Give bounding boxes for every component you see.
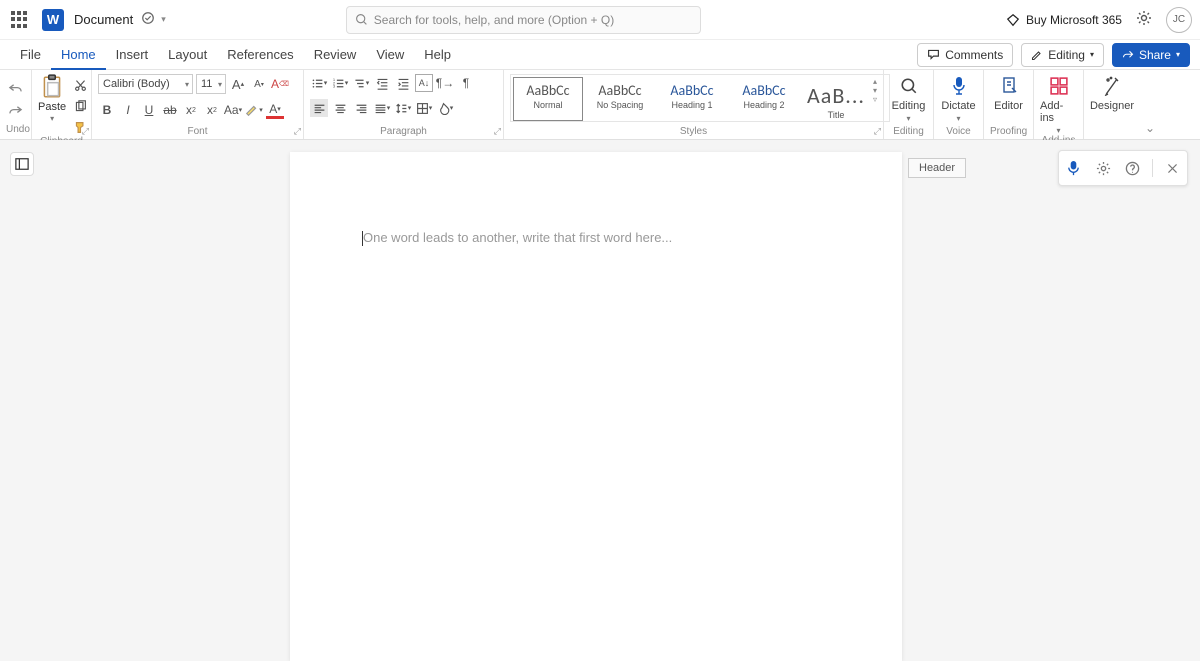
justify-button[interactable]: ▾ <box>373 99 391 117</box>
clear-format-button[interactable]: A⌫ <box>271 75 289 93</box>
bullets-button[interactable]: ▾ <box>310 74 328 92</box>
group-label-undo: Undo <box>6 124 25 137</box>
bold-button[interactable]: B <box>98 101 116 119</box>
font-launcher-icon[interactable]: ⤢ <box>294 126 301 137</box>
buy-microsoft-365-button[interactable]: Buy Microsoft 365 <box>1006 13 1122 27</box>
app-launcher-icon[interactable] <box>8 8 32 32</box>
align-center-button[interactable] <box>331 99 349 117</box>
style-normal[interactable]: AaBbCcNormal <box>513 77 583 121</box>
paste-button[interactable]: Paste ▾ <box>38 74 66 123</box>
paragraph-launcher-icon[interactable]: ⤢ <box>494 126 501 137</box>
settings-icon[interactable] <box>1136 10 1152 29</box>
tab-view[interactable]: View <box>366 40 414 70</box>
strike-button[interactable]: ab <box>161 101 179 119</box>
tab-insert[interactable]: Insert <box>106 40 159 70</box>
ltr-button[interactable]: ¶→ <box>436 74 454 92</box>
comments-button[interactable]: Comments <box>917 43 1013 67</box>
group-label-designer <box>1090 126 1132 139</box>
document-page[interactable]: One word leads to another, write that fi… <box>290 152 902 661</box>
search-icon <box>355 13 368 26</box>
dictate-button[interactable]: Dictate▾ <box>940 74 977 123</box>
pencil-icon <box>1031 49 1043 61</box>
align-right-button[interactable] <box>352 99 370 117</box>
clipboard-icon <box>41 74 63 100</box>
undo-button[interactable] <box>8 82 23 100</box>
designer-button[interactable]: Designer <box>1090 74 1134 112</box>
diamond-icon <box>1006 13 1020 27</box>
redo-button[interactable] <box>8 104 23 122</box>
dictate-side-icon[interactable] <box>1064 158 1084 178</box>
shrink-font-button[interactable]: A▾ <box>250 75 268 93</box>
cut-button[interactable] <box>71 76 89 94</box>
search-input[interactable]: Search for tools, help, and more (Option… <box>346 6 701 34</box>
addins-button[interactable]: Add-ins▾ <box>1040 74 1077 135</box>
editing-find-button[interactable]: Editing▾ <box>890 74 927 123</box>
style-title[interactable]: AaB...Title <box>801 77 871 121</box>
editor-button[interactable]: Editor <box>990 74 1027 112</box>
styles-gallery[interactable]: AaBbCcNormal AaBbCcNo Spacing AaBbCcHead… <box>510 74 890 122</box>
group-label-voice: Voice <box>940 126 977 139</box>
numbering-button[interactable]: 123▾ <box>331 74 349 92</box>
share-icon <box>1122 49 1134 61</box>
highlight-button[interactable]: ▾ <box>245 101 263 119</box>
tab-references[interactable]: References <box>217 40 303 70</box>
settings-side-icon[interactable] <box>1093 158 1113 178</box>
increase-indent-button[interactable] <box>394 74 412 92</box>
document-placeholder: One word leads to another, write that fi… <box>362 230 672 246</box>
collapse-ribbon-button[interactable]: ⌄ <box>1138 70 1162 139</box>
group-label-font: Font <box>98 126 297 139</box>
tab-review[interactable]: Review <box>304 40 367 70</box>
navigation-pane-button[interactable] <box>10 152 34 176</box>
group-label-proofing: Proofing <box>990 126 1027 139</box>
copy-button[interactable] <box>71 97 89 115</box>
group-label-styles: Styles <box>510 126 877 139</box>
comment-icon <box>927 48 940 61</box>
style-heading-1[interactable]: AaBbCcHeading 1 <box>657 77 727 121</box>
show-marks-button[interactable]: ¶ <box>457 74 475 92</box>
close-side-icon[interactable] <box>1162 158 1182 178</box>
style-no-spacing[interactable]: AaBbCcNo Spacing <box>585 77 655 121</box>
share-button[interactable]: Share▾ <box>1112 43 1190 67</box>
save-status-icon[interactable] <box>141 11 155 28</box>
styles-launcher-icon[interactable]: ⤢ <box>874 126 881 137</box>
word-logo-icon: W <box>42 9 64 31</box>
title-dropdown-icon[interactable]: ▾ <box>161 14 166 25</box>
font-color-button[interactable]: A▾ <box>266 101 284 119</box>
tab-layout[interactable]: Layout <box>158 40 217 70</box>
style-heading-2[interactable]: AaBbCcHeading 2 <box>729 77 799 121</box>
align-left-button[interactable] <box>310 99 328 117</box>
clipboard-launcher-icon[interactable]: ⤢ <box>82 126 89 137</box>
borders-button[interactable]: ▾ <box>415 99 433 117</box>
grow-font-button[interactable]: A▴ <box>229 75 247 93</box>
underline-button[interactable]: U <box>140 101 158 119</box>
line-spacing-button[interactable]: ▾ <box>394 99 412 117</box>
font-size-combo[interactable]: 11▾ <box>196 74 226 94</box>
sort-button[interactable]: A↓ <box>415 74 433 92</box>
side-toolbar <box>1058 150 1188 186</box>
subscript-button[interactable]: x2 <box>182 101 200 119</box>
group-label-paragraph: Paragraph <box>310 126 497 139</box>
decrease-indent-button[interactable] <box>373 74 391 92</box>
tab-home[interactable]: Home <box>51 40 106 70</box>
user-avatar[interactable]: JC <box>1166 7 1192 33</box>
multilevel-list-button[interactable]: ▾ <box>352 74 370 92</box>
font-name-combo[interactable]: Calibri (Body)▾ <box>98 74 193 94</box>
search-placeholder: Search for tools, help, and more (Option… <box>374 13 614 27</box>
svg-text:3: 3 <box>333 83 336 88</box>
header-region-button[interactable]: Header <box>908 158 966 178</box>
group-label-editing: Editing <box>890 126 927 139</box>
shading-button[interactable]: ▾ <box>436 99 454 117</box>
document-title[interactable]: Document <box>74 12 133 27</box>
superscript-button[interactable]: x2 <box>203 101 221 119</box>
italic-button[interactable]: I <box>119 101 137 119</box>
help-side-icon[interactable] <box>1122 158 1142 178</box>
change-case-button[interactable]: Aa▾ <box>224 101 242 119</box>
tab-file[interactable]: File <box>10 40 51 70</box>
editing-mode-button[interactable]: Editing▾ <box>1021 43 1104 67</box>
tab-help[interactable]: Help <box>414 40 461 70</box>
